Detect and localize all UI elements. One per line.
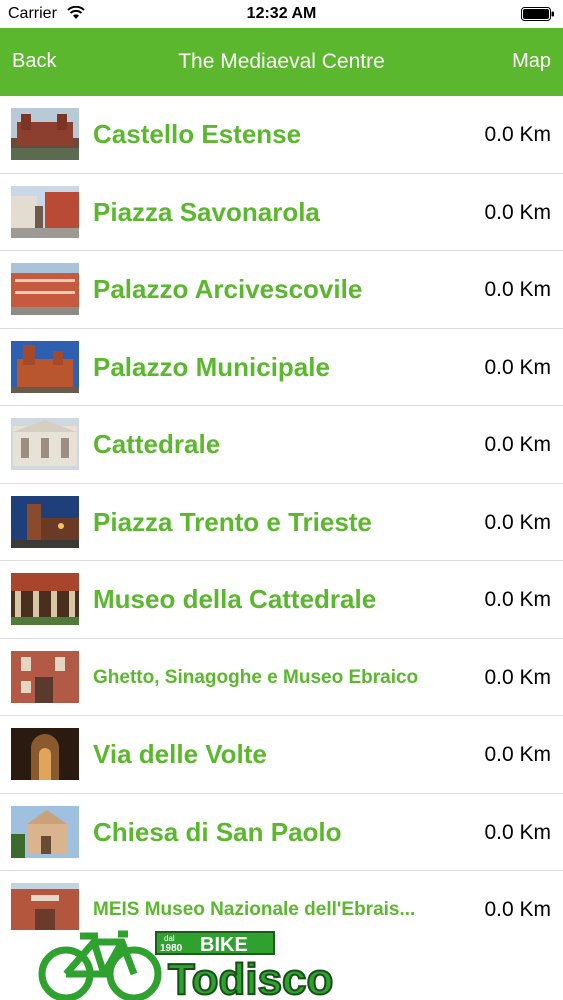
- place-name: Palazzo Arcivescovile: [93, 274, 363, 304]
- list-item[interactable]: Castello Estense 0.0 Km: [0, 96, 563, 174]
- place-name: Palazzo Municipale: [93, 351, 330, 382]
- place-distance: 0.0 Km: [484, 743, 551, 766]
- list-item[interactable]: Via delle Volte 0.0 Km: [0, 716, 563, 794]
- page-title: The Mediaeval Centre: [178, 50, 385, 73]
- place-distance: 0.0 Km: [484, 588, 551, 611]
- ghetto-thumbnail: [11, 650, 79, 703]
- clock-label: 12:32 AM: [246, 5, 317, 22]
- church-thumbnail: [11, 805, 79, 858]
- navigation-bar: Back The Mediaeval Centre Map: [0, 28, 563, 96]
- place-name: Museo della Cattedrale: [93, 584, 377, 614]
- place-name: Castello Estense: [93, 119, 302, 149]
- place-distance: 0.0 Km: [484, 510, 551, 534]
- place-distance: 0.0 Km: [484, 278, 551, 301]
- piazza-thumbnail: [11, 495, 79, 548]
- place-distance: 0.0 Km: [484, 433, 551, 456]
- museum-thumbnail: [11, 573, 79, 625]
- place-name: Cattedrale: [93, 429, 221, 459]
- place-distance: 0.0 Km: [484, 123, 551, 146]
- logo-word-bike: BIKE: [200, 934, 248, 956]
- status-bar: Carrier 12:32 AM: [0, 0, 563, 28]
- logo-tag-small: dal: [164, 934, 175, 943]
- place-distance: 0.0 Km: [484, 200, 551, 224]
- list-item[interactable]: Cattedrale 0.0 Km: [0, 406, 563, 484]
- palace-thumbnail: [11, 263, 79, 315]
- street-thumbnail: [11, 728, 79, 780]
- logo-word-name: Todisco: [168, 955, 333, 1000]
- square-thumbnail: [11, 185, 79, 238]
- list-item[interactable]: Chiesa di San Paolo 0.0 Km: [0, 793, 563, 871]
- castle-thumbnail: [11, 108, 79, 160]
- town-hall-thumbnail: [11, 340, 79, 393]
- place-name: Via delle Volte: [93, 739, 267, 769]
- place-name: Piazza Trento e Trieste: [93, 506, 372, 537]
- meis-thumbnail: [11, 883, 79, 935]
- list-item[interactable]: Palazzo Municipale 0.0 Km: [0, 328, 563, 406]
- logo-year: 1980: [160, 943, 183, 954]
- bicycle-icon: [38, 930, 162, 1000]
- bike-todisco-logo: dal 1980 BIKE Todisco: [38, 930, 334, 1000]
- places-list: Castello Estense 0.0 Km Piazza Savonarol…: [0, 96, 563, 949]
- place-name: Chiesa di San Paolo: [93, 816, 342, 847]
- place-name: Ghetto, Sinagoghe e Museo Ebraico: [93, 666, 419, 688]
- cathedral-thumbnail: [11, 418, 79, 470]
- list-item[interactable]: Piazza Savonarola 0.0 Km: [0, 173, 563, 251]
- place-name: Piazza Savonarola: [93, 196, 320, 227]
- list-item[interactable]: Palazzo Arcivescovile 0.0 Km: [0, 251, 563, 329]
- sponsor-logo-banner: dal 1980 BIKE Todisco: [0, 930, 563, 1000]
- place-distance: 0.0 Km: [484, 820, 551, 844]
- map-button[interactable]: Map: [512, 50, 551, 73]
- list-item[interactable]: Ghetto, Sinagoghe e Museo Ebraico 0.0 Km: [0, 638, 563, 716]
- list-item[interactable]: Museo della Cattedrale 0.0 Km: [0, 561, 563, 639]
- place-distance: 0.0 Km: [484, 355, 551, 379]
- list-item[interactable]: Piazza Trento e Trieste 0.0 Km: [0, 483, 563, 561]
- place-distance: 0.0 Km: [484, 665, 551, 689]
- battery-icon: [521, 7, 554, 21]
